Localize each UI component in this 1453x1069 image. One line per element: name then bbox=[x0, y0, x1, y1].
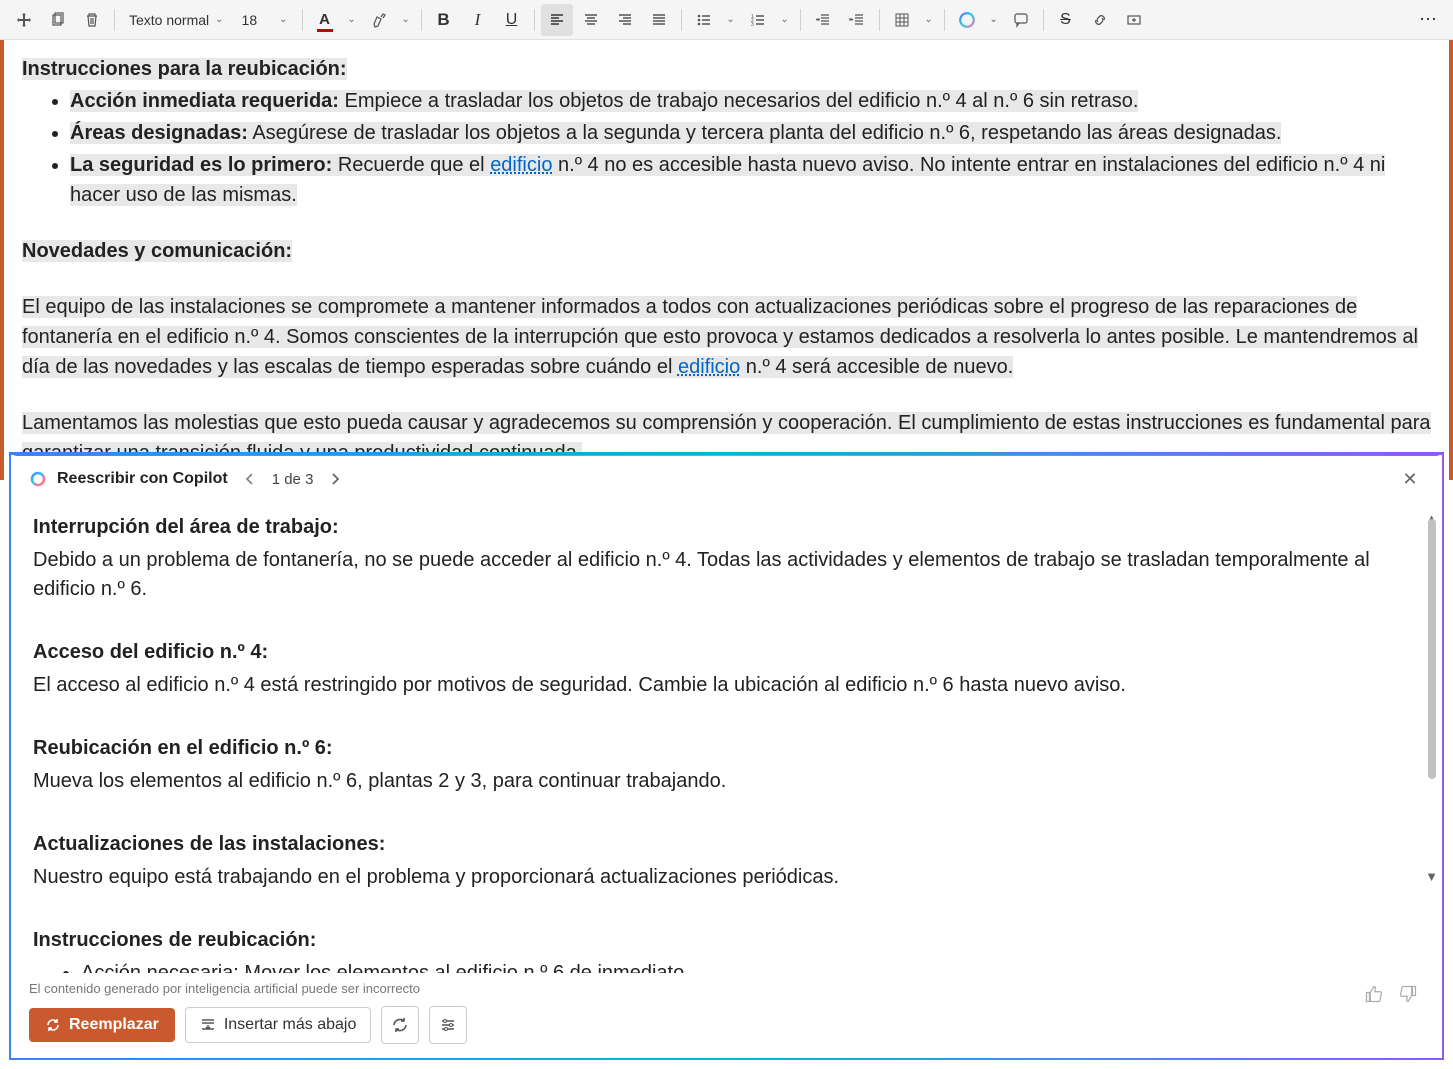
font-size-label: 18 bbox=[242, 12, 258, 28]
doc-bullet-list-1: Acción inmediata requerida: Empiece a tr… bbox=[70, 86, 1431, 210]
highlight-button[interactable] bbox=[363, 4, 395, 36]
link-button[interactable] bbox=[1084, 4, 1116, 36]
font-size-dropdown[interactable]: 18 ⌄ bbox=[234, 4, 296, 36]
list-item: Acción inmediata requerida: Empiece a tr… bbox=[70, 86, 1431, 116]
thumbs-down-button[interactable] bbox=[1396, 982, 1420, 1006]
doc-heading-1: Instrucciones para la reubicación: bbox=[22, 58, 347, 80]
table-chevron[interactable]: ⌄ bbox=[920, 4, 938, 36]
doc-paragraph: El equipo de las instalaciones se compro… bbox=[22, 292, 1431, 382]
suggestion-heading: Reubicación en el edificio n.º 6: bbox=[33, 734, 1420, 763]
insert-below-icon bbox=[200, 1017, 216, 1033]
font-color-button[interactable]: A bbox=[309, 4, 341, 36]
doc-heading-2: Novedades y comunicación: bbox=[22, 240, 292, 262]
regenerate-button[interactable] bbox=[381, 1006, 419, 1044]
replace-button[interactable]: Reemplazar bbox=[29, 1008, 175, 1042]
suggestion-paragraph: Debido a un problema de fontanería, no s… bbox=[33, 546, 1420, 604]
adjust-button[interactable] bbox=[429, 1006, 467, 1044]
copilot-suggestion-body: Interrupción del área de trabajo: Debido… bbox=[11, 503, 1442, 973]
move-icon[interactable] bbox=[8, 4, 40, 36]
prev-suggestion-button[interactable] bbox=[238, 467, 262, 491]
suggestion-counter: 1 de 3 bbox=[272, 471, 314, 488]
document-editor[interactable]: Instrucciones para la reubicación: Acció… bbox=[0, 40, 1453, 480]
chevron-down-icon: ⌄ bbox=[215, 14, 223, 25]
ai-disclaimer: El contenido generado por inteligencia a… bbox=[29, 981, 420, 996]
comment-button[interactable] bbox=[1005, 4, 1037, 36]
font-color-chevron[interactable]: ⌄ bbox=[343, 4, 361, 36]
numbered-list-chevron[interactable]: ⌄ bbox=[776, 4, 794, 36]
copilot-header: Reescribir con Copilot 1 de 3 ✕ bbox=[11, 455, 1442, 503]
bold-button[interactable]: B bbox=[428, 4, 460, 36]
list-item: La seguridad es lo primero: Recuerde que… bbox=[70, 150, 1431, 210]
svg-text:3: 3 bbox=[751, 22, 754, 28]
suggestion-heading: Interrupción del área de trabajo: bbox=[33, 513, 1420, 542]
suggestion-paragraph: Mueva los elementos al edificio n.º 6, p… bbox=[33, 767, 1420, 796]
close-button[interactable]: ✕ bbox=[1396, 465, 1424, 493]
paragraph-style-dropdown[interactable]: Texto normal ⌄ bbox=[121, 4, 232, 36]
align-justify-button[interactable] bbox=[643, 4, 675, 36]
replace-icon bbox=[45, 1017, 61, 1033]
hyperlink[interactable]: edificio bbox=[678, 356, 740, 378]
next-suggestion-button[interactable] bbox=[323, 467, 347, 491]
scrollbar-thumb[interactable] bbox=[1428, 519, 1436, 779]
copy-icon[interactable] bbox=[42, 4, 74, 36]
increase-indent-button[interactable] bbox=[841, 4, 873, 36]
copilot-footer: El contenido generado por inteligencia a… bbox=[11, 973, 1442, 1058]
underline-button[interactable]: U bbox=[496, 4, 528, 36]
suggestion-paragraph: El acceso al edificio n.º 4 está restrin… bbox=[33, 671, 1420, 700]
scroll-down-arrow[interactable]: ▼ bbox=[1425, 869, 1438, 884]
align-left-button[interactable] bbox=[541, 4, 573, 36]
style-label: Texto normal bbox=[129, 12, 209, 28]
insert-below-button[interactable]: Insertar más abajo bbox=[185, 1007, 372, 1043]
copilot-button[interactable] bbox=[951, 4, 983, 36]
bullet-list-chevron[interactable]: ⌄ bbox=[722, 4, 740, 36]
suggestion-heading: Actualizaciones de las instalaciones: bbox=[33, 830, 1420, 859]
bullet-list-button[interactable] bbox=[688, 4, 720, 36]
copilot-logo-icon bbox=[29, 470, 47, 488]
suggestion-bullet-list: Acción necesaria: Mover los elementos al… bbox=[81, 959, 1420, 973]
table-button[interactable] bbox=[886, 4, 918, 36]
list-item: Áreas designadas: Asegúrese de trasladar… bbox=[70, 118, 1431, 148]
align-center-button[interactable] bbox=[575, 4, 607, 36]
more-options-button[interactable]: ⋯ bbox=[1413, 4, 1445, 36]
thumbs-up-button[interactable] bbox=[1362, 982, 1386, 1006]
copilot-rewrite-panel: Reescribir con Copilot 1 de 3 ✕ Interrup… bbox=[9, 452, 1444, 1060]
align-right-button[interactable] bbox=[609, 4, 641, 36]
suggestion-heading: Acceso del edificio n.º 4: bbox=[33, 638, 1420, 667]
italic-button[interactable]: I bbox=[462, 4, 494, 36]
decrease-indent-button[interactable] bbox=[807, 4, 839, 36]
copilot-chevron[interactable]: ⌄ bbox=[985, 4, 1003, 36]
numbered-list-button[interactable]: 123 bbox=[742, 4, 774, 36]
list-item: Acción necesaria: Mover los elementos al… bbox=[81, 959, 1420, 973]
hyperlink[interactable]: edificio bbox=[490, 154, 552, 176]
formatting-toolbar: Texto normal ⌄ 18 ⌄ A ⌄ ⌄ B I U ⌄ 123 ⌄ … bbox=[0, 0, 1453, 40]
strikethrough-button[interactable]: S bbox=[1050, 4, 1082, 36]
suggestion-paragraph: Nuestro equipo está trabajando en el pro… bbox=[33, 863, 1420, 892]
insert-button[interactable] bbox=[1118, 4, 1150, 36]
feedback-buttons bbox=[1362, 982, 1420, 1006]
delete-icon[interactable] bbox=[76, 4, 108, 36]
suggestion-heading: Instrucciones de reubicación: bbox=[33, 926, 1420, 955]
copilot-panel-title: Reescribir con Copilot bbox=[57, 470, 228, 488]
chevron-down-icon: ⌄ bbox=[279, 14, 287, 25]
highlight-chevron[interactable]: ⌄ bbox=[397, 4, 415, 36]
